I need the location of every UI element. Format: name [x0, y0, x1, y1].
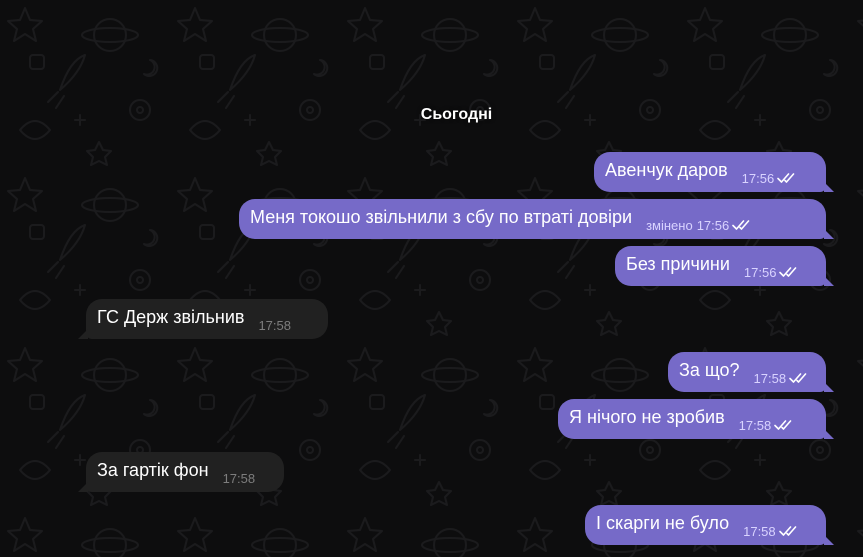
message-text: Без причини — [626, 253, 730, 274]
message-time: 17:58 — [222, 470, 256, 486]
message-bubble-outgoing[interactable]: І скарги не було 17:58 — [585, 505, 834, 545]
edited-label: змінено — [646, 217, 693, 233]
message-text: Я нічого не зробив — [569, 406, 725, 427]
message-meta: 17:58 — [743, 524, 799, 539]
message-time: 17:58 — [743, 523, 776, 539]
message-meta: 17:58 — [223, 471, 256, 486]
double-check-icon — [779, 267, 797, 277]
message-text: За що? — [679, 359, 740, 380]
message-text: Авенчук даров — [605, 159, 728, 180]
double-check-icon — [774, 420, 792, 430]
message-time: 17:56 — [741, 170, 775, 186]
message-text: ГС Держ звільнив — [97, 306, 245, 327]
message-text: За гартік фон — [97, 459, 209, 480]
message-meta: 17:58 — [754, 371, 810, 386]
message-meta: 17:56 — [744, 265, 800, 280]
double-check-icon — [732, 220, 750, 230]
date-separator: Сьогодні — [420, 106, 493, 123]
message-bubble-outgoing[interactable]: Я нічого не зробив 17:58 — [558, 399, 834, 439]
message-meta: 17:58 — [258, 318, 291, 333]
message-bubble-outgoing[interactable]: За що? 17:58 — [668, 352, 834, 392]
double-check-icon — [777, 173, 795, 183]
message-meta: 17:56 — [742, 171, 798, 186]
double-check-icon — [789, 373, 807, 383]
message-bubble-outgoing[interactable]: Без причини 17:56 — [615, 246, 834, 286]
message-meta: 17:58 — [739, 418, 795, 433]
message-time: 17:56 — [696, 217, 730, 233]
message-text: Меня токошо звільнили з сбу по втраті до… — [250, 206, 633, 227]
message-bubble-incoming[interactable]: ГС Держ звільнив 17:58 — [78, 299, 328, 339]
message-time: 17:56 — [743, 264, 777, 280]
message-time: 17:58 — [738, 417, 772, 433]
message-time: 17:58 — [258, 317, 291, 333]
message-bubble-outgoing[interactable]: Меня токошо звільнили з сбу по втраті до… — [239, 199, 834, 239]
message-time: 17:58 — [753, 370, 787, 386]
chat-message-list[interactable]: Сьогодні Авенчук даров 17:56 Меня токошо… — [0, 0, 863, 557]
double-check-icon — [778, 526, 796, 536]
message-meta: змінено 17:56 — [646, 218, 752, 233]
message-bubble-incoming[interactable]: За гартік фон 17:58 — [78, 452, 284, 492]
message-text: І скарги не було — [596, 512, 730, 533]
message-bubble-outgoing[interactable]: Авенчук даров 17:56 — [594, 152, 834, 192]
